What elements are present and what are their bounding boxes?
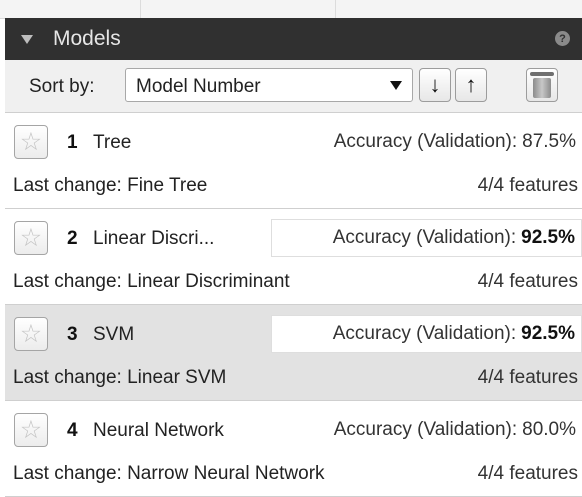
model-name: Neural Network [93, 420, 224, 441]
accuracy-value: 87.5% [522, 131, 576, 152]
accuracy-value: 92.5% [521, 323, 575, 344]
model-card-4[interactable]: ☆ 4 Neural Network Accuracy (Validation)… [5, 401, 582, 497]
sort-ascending-button[interactable]: ↑ [455, 68, 487, 102]
top-strip-divider [335, 0, 336, 18]
model-card-2[interactable]: ☆ 2 Linear Discri... Accuracy (Validatio… [5, 209, 582, 305]
sort-dropdown-value: Model Number [136, 76, 261, 97]
model-number: 2 [67, 228, 78, 249]
model-name: Linear Discri... [93, 228, 215, 249]
model-name: SVM [93, 324, 135, 345]
accuracy-display: Accuracy (Validation): 92.5% [271, 315, 582, 353]
model-number: 4 [67, 420, 78, 441]
dropdown-caret-icon [390, 81, 402, 90]
trash-icon [530, 72, 554, 98]
sort-dropdown[interactable]: Model Number [125, 68, 413, 102]
model-number: 1 [67, 132, 78, 153]
features-count: 4/4 features [477, 367, 578, 388]
last-change-text: Last change: Fine Tree [13, 175, 208, 196]
favorite-star-icon[interactable]: ☆ [14, 317, 48, 351]
accuracy-label: Accuracy (Validation): [333, 419, 518, 440]
collapse-triangle-icon[interactable] [21, 34, 33, 44]
last-change-text: Last change: Linear Discriminant [13, 271, 290, 292]
help-icon[interactable]: ? [555, 31, 570, 46]
panel-title: Models [53, 27, 121, 50]
sort-toolbar: Sort by: Model Number ↓ ↑ [5, 60, 582, 113]
model-name: Tree [93, 132, 132, 153]
accuracy-display: Accuracy (Validation): 87.5% [271, 123, 582, 161]
model-number: 3 [67, 324, 78, 345]
last-change-text: Last change: Linear SVM [13, 367, 227, 388]
models-panel-header[interactable]: Models ? [5, 18, 582, 60]
sort-ascending-arrow-icon: ↑ [465, 72, 477, 97]
last-change-text: Last change: Narrow Neural Network [13, 463, 325, 484]
accuracy-display: Accuracy (Validation): 92.5% [271, 219, 582, 257]
features-count: 4/4 features [477, 271, 578, 292]
models-list: ☆ 1 Tree Accuracy (Validation): 87.5% La… [5, 113, 582, 497]
accuracy-display: Accuracy (Validation): 80.0% [271, 411, 582, 449]
accuracy-value: 80.0% [522, 419, 576, 440]
sort-descending-arrow-icon: ↓ [429, 72, 441, 97]
accuracy-label: Accuracy (Validation): [333, 131, 518, 152]
delete-model-button[interactable] [526, 68, 558, 102]
model-card-3[interactable]: ☆ 3 SVM Accuracy (Validation): 92.5% Las… [5, 305, 582, 401]
favorite-star-icon[interactable]: ☆ [14, 125, 48, 159]
sort-label: Sort by: [29, 76, 95, 97]
model-card-1[interactable]: ☆ 1 Tree Accuracy (Validation): 87.5% La… [5, 113, 582, 209]
accuracy-label: Accuracy (Validation): [332, 323, 517, 344]
features-count: 4/4 features [477, 463, 578, 484]
top-strip [0, 0, 582, 19]
features-count: 4/4 features [477, 175, 578, 196]
accuracy-label: Accuracy (Validation): [332, 227, 517, 248]
sort-descending-button[interactable]: ↓ [419, 68, 451, 102]
top-strip-divider [140, 0, 141, 18]
favorite-star-icon[interactable]: ☆ [14, 413, 48, 447]
favorite-star-icon[interactable]: ☆ [14, 221, 48, 255]
accuracy-value: 92.5% [521, 227, 575, 248]
